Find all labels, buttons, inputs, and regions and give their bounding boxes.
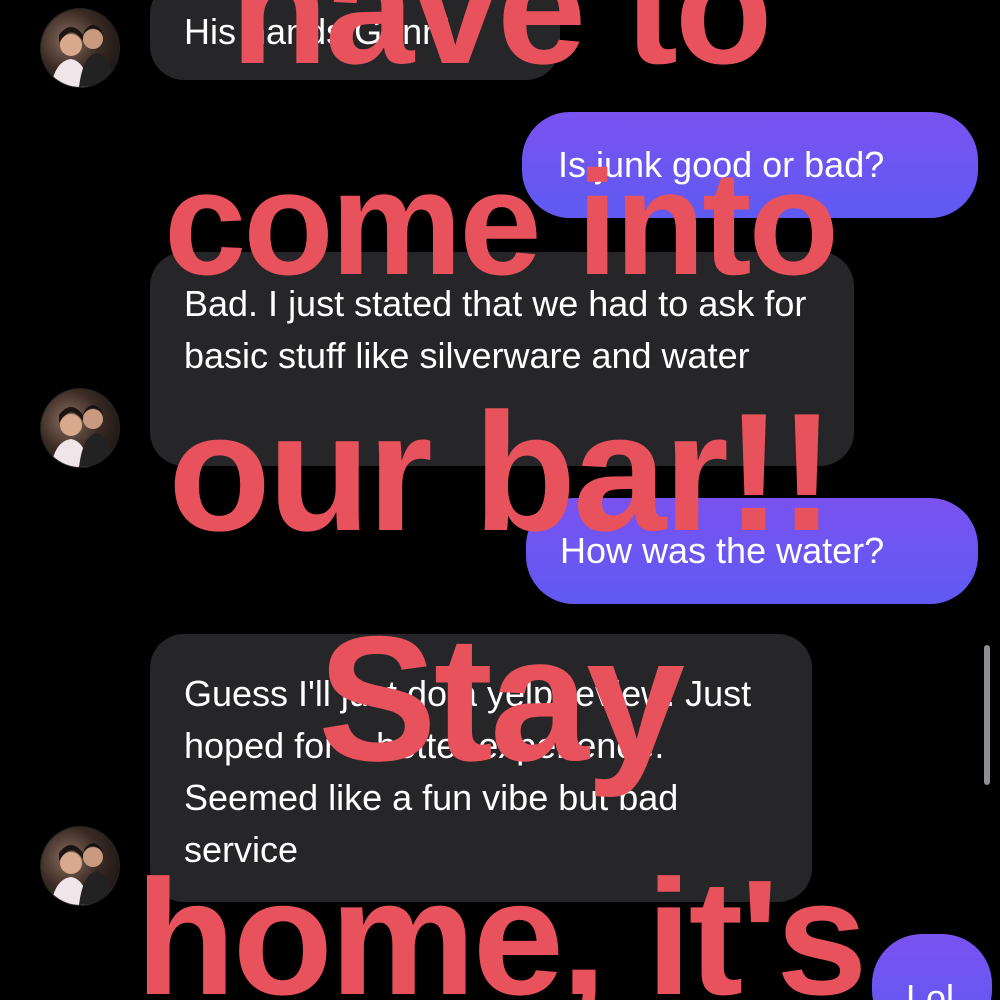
scrollbar-thumb[interactable] — [984, 645, 990, 785]
outgoing-message[interactable]: How was the water? — [526, 498, 978, 604]
incoming-message[interactable]: Guess I'll just do a yelp review. Just h… — [150, 634, 812, 902]
contact-avatar[interactable] — [40, 388, 120, 468]
avatar-photo-icon — [51, 843, 115, 905]
contact-avatar[interactable] — [40, 826, 120, 906]
avatar-photo-icon — [51, 25, 115, 87]
incoming-message[interactable]: Bad. I just stated that we had to ask fo… — [150, 252, 854, 466]
avatar-photo-icon — [51, 405, 115, 467]
contact-avatar[interactable] — [40, 8, 120, 88]
outgoing-message[interactable]: Is junk good or bad? — [522, 112, 978, 218]
incoming-message[interactable]: His hands.Genni — [150, 0, 560, 80]
messenger-chat-screenshot: His hands.Genni Is junk good or bad? Bad… — [0, 0, 1000, 1000]
outgoing-message[interactable]: Lol — [872, 934, 992, 1000]
